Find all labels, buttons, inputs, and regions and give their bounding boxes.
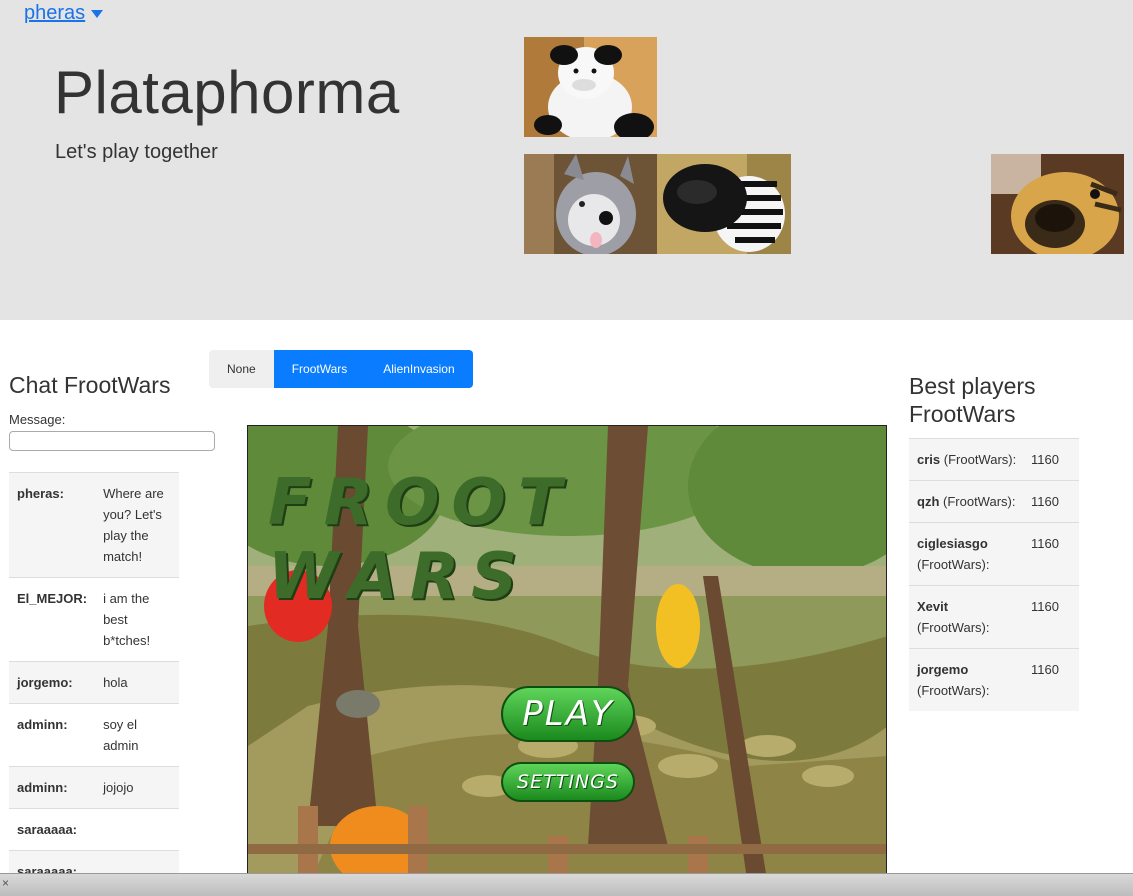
settings-button[interactable]: SETTINGS [501, 762, 635, 802]
player-game: (FrootWars): [943, 494, 1016, 509]
chat-row: pheras: Where are you? Let's play the mat… [9, 472, 179, 578]
player-row: Xevit (FrootWars): 1160 [909, 585, 1079, 649]
bottom-bar: × [0, 873, 1133, 896]
tab-alieninvasion[interactable]: AlienInvasion [365, 350, 473, 388]
message-input[interactable] [9, 431, 215, 451]
chat-title: Chat FrootWars [9, 372, 171, 398]
chat-user: pheras: [9, 472, 96, 578]
chat-row: saraaaaa: [9, 808, 179, 851]
chat-messages: pheras: Where are you? Let's play the mat… [9, 472, 179, 892]
game-logo: FROOT WARS [268, 466, 574, 614]
chat-text: i am the best b*tches! [95, 577, 179, 662]
user-menu[interactable]: pheras [24, 2, 104, 25]
webcam-video-wolf [524, 154, 657, 254]
player-name: Xevit [917, 599, 949, 614]
player-cell: cris (FrootWars): [909, 438, 1031, 481]
username-label: pheras [24, 2, 86, 24]
chat-row: adminn: jojojo [9, 766, 179, 809]
player-game: (FrootWars): [917, 620, 990, 635]
player-name: cris [917, 452, 941, 467]
player-cell: Xevit (FrootWars): [909, 585, 1031, 649]
player-score: 1160 [1031, 585, 1079, 649]
header: pheras Plataphorma Let's play together [0, 0, 1133, 320]
chat-user: El_MEJOR: [9, 577, 96, 662]
message-label: Message: [9, 412, 66, 427]
player-name: qzh [917, 494, 940, 509]
best-players-table: cris (FrootWars): 1160 qzh (FrootWars): … [909, 438, 1079, 711]
game-canvas[interactable]: FROOT WARS PLAY SETTINGS [247, 425, 887, 885]
chat-user: saraaaaa: [9, 808, 96, 851]
chat-text: hola [95, 661, 179, 704]
player-row: qzh (FrootWars): 1160 [909, 480, 1079, 523]
chat-row: El_MEJOR: i am the best b*tches! [9, 577, 179, 662]
webcam-video-zebra [657, 154, 791, 254]
player-score: 1160 [1031, 648, 1079, 711]
close-icon[interactable]: × [2, 876, 9, 890]
player-row: jorgemo (FrootWars): 1160 [909, 648, 1079, 711]
player-name: ciglesiasgo [917, 536, 988, 551]
chat-user: adminn: [9, 766, 96, 809]
player-name: jorgemo [917, 662, 969, 677]
player-cell: ciglesiasgo (FrootWars): [909, 522, 1031, 586]
tab-none[interactable]: None [209, 350, 274, 388]
caret-down-icon [91, 9, 104, 18]
player-score: 1160 [1031, 522, 1079, 586]
chat-text [95, 808, 179, 851]
site-title: Plataphorma [54, 59, 400, 126]
chat-row: jorgemo: hola [9, 661, 179, 704]
game-tabs: None FrootWars AlienInvasion [209, 350, 473, 388]
chat-row: adminn: soy el admin [9, 703, 179, 767]
webcam-video-cow [524, 37, 657, 137]
chat-text: jojojo [95, 766, 179, 809]
tagline: Let's play together [55, 141, 218, 163]
player-game: (FrootWars): [917, 683, 990, 698]
player-score: 1160 [1031, 438, 1079, 481]
player-cell: qzh (FrootWars): [909, 480, 1031, 523]
player-game: (FrootWars): [917, 557, 990, 572]
player-cell: jorgemo (FrootWars): [909, 648, 1031, 711]
best-players-title: Best players FrootWars [909, 373, 1036, 427]
tab-frootwars[interactable]: FrootWars [273, 350, 366, 388]
webcam-video-tiger [991, 154, 1124, 254]
play-button[interactable]: PLAY [501, 686, 635, 742]
chat-user: jorgemo: [9, 661, 96, 704]
chat-user: adminn: [9, 703, 96, 767]
player-row: cris (FrootWars): 1160 [909, 438, 1079, 481]
player-score: 1160 [1031, 480, 1079, 523]
chat-text: Where are you? Let's play the match! [95, 472, 179, 578]
player-game: (FrootWars): [943, 452, 1017, 467]
chat-text: soy el admin [95, 703, 179, 767]
player-row: ciglesiasgo (FrootWars): 1160 [909, 522, 1079, 586]
